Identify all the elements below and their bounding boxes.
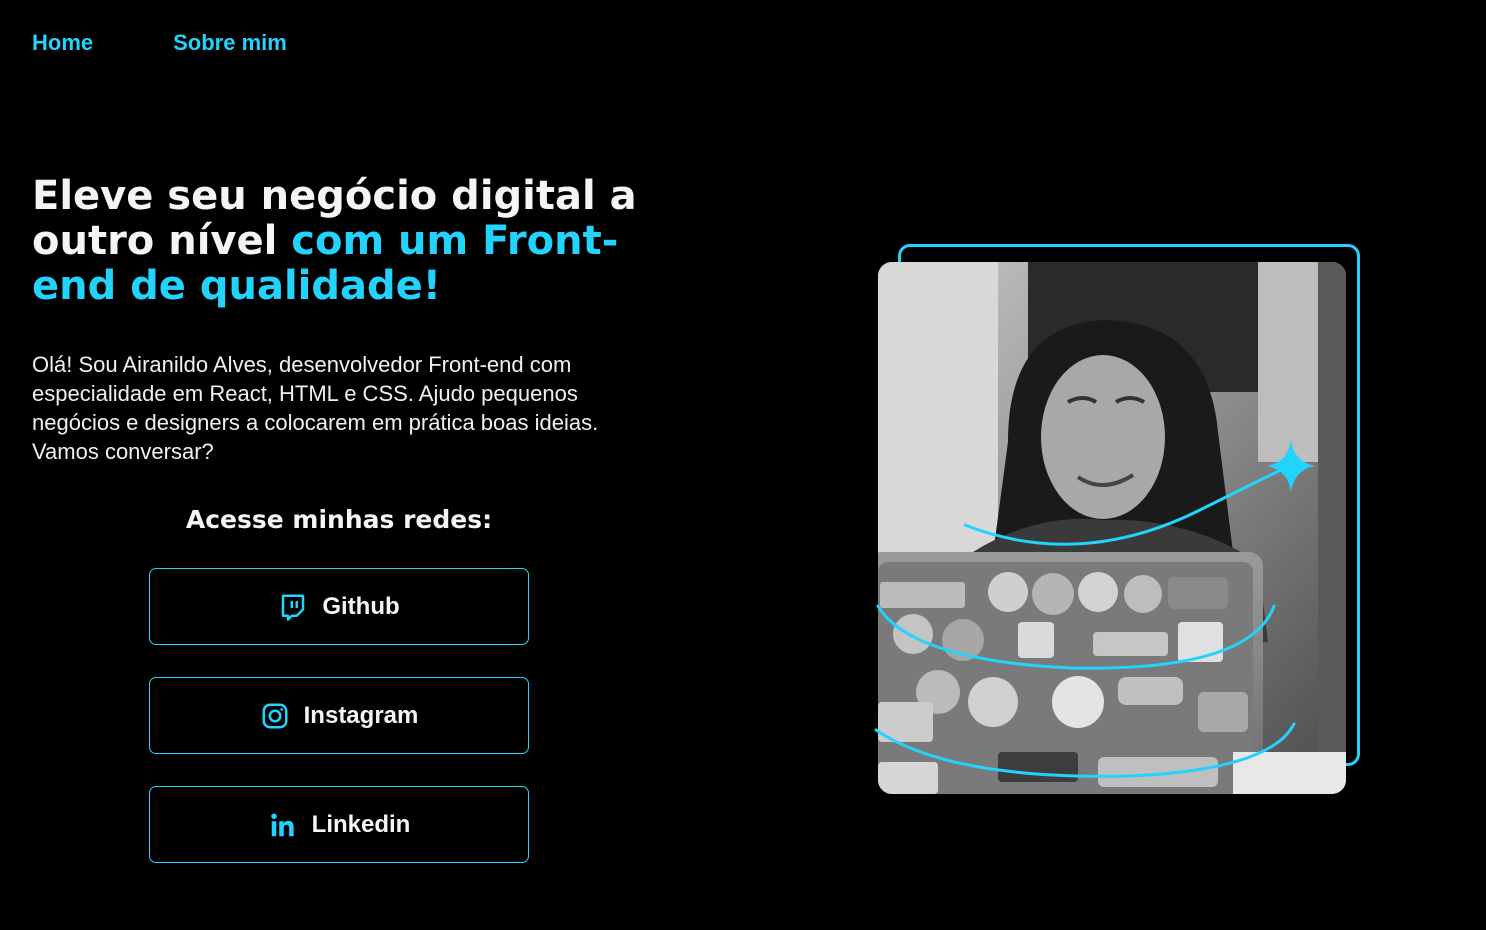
profile-photo-section — [870, 240, 1370, 800]
linkedin-button[interactable]: Linkedin — [149, 786, 529, 863]
social-title: Acesse minhas redes: — [185, 505, 493, 534]
github-button-label: Github — [322, 592, 400, 620]
hero-intro: Olá! Sou Airanildo Alves, desenvolvedor … — [32, 352, 599, 464]
nav-link-home[interactable]: Home — [32, 30, 93, 56]
profile-photo — [878, 262, 1346, 794]
linkedin-icon — [268, 810, 298, 840]
instagram-icon — [260, 701, 290, 731]
twitch-icon — [278, 592, 308, 622]
linkedin-button-label: Linkedin — [311, 810, 411, 838]
github-button[interactable]: Github — [149, 568, 529, 645]
top-nav: Home Sobre mim — [32, 30, 287, 56]
nav-link-sobre-mim[interactable]: Sobre mim — [173, 30, 287, 56]
instagram-button[interactable]: Instagram — [149, 677, 529, 754]
instagram-button-label: Instagram — [303, 701, 419, 729]
hero-headline: Eleve seu negócio digital a outro nível … — [32, 174, 672, 309]
